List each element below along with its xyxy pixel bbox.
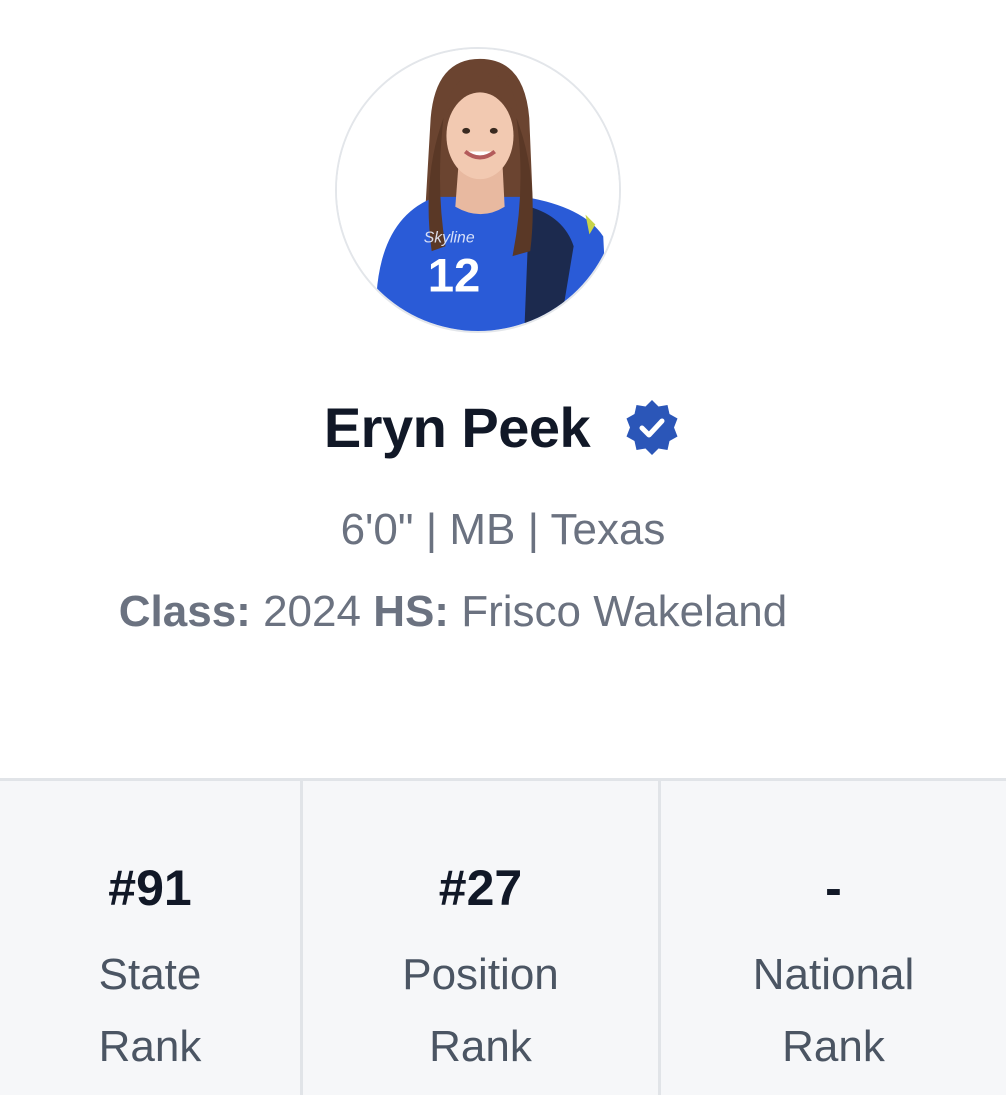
- hs-value: Frisco Wakeland: [461, 587, 788, 636]
- stat-value: #27: [438, 860, 523, 916]
- athlete-profile-card: Skyline 12 Eryn Peek 6'0" | MB | Texas C…: [0, 0, 1006, 1095]
- hs-label: HS:: [373, 587, 449, 636]
- stat-position-rank: #27 Position Rank: [300, 781, 658, 1095]
- stat-national-rank: - National Rank: [658, 781, 1006, 1095]
- jersey-number: 12: [428, 250, 481, 303]
- avatar-photo: Skyline 12: [337, 49, 619, 331]
- svg-text:Skyline: Skyline: [424, 229, 475, 246]
- class-label: Class:: [118, 587, 251, 636]
- stat-value: #91: [108, 860, 192, 916]
- athlete-name: Eryn Peek: [323, 396, 591, 459]
- class-value: 2024: [263, 587, 361, 636]
- verified-badge-icon: [622, 398, 682, 458]
- stat-label: National Rank: [752, 950, 915, 1071]
- avatar[interactable]: Skyline 12: [335, 47, 621, 333]
- height-position-state: 6'0" | MB | Texas: [340, 505, 666, 554]
- stat-value: -: [825, 860, 842, 916]
- stat-state-rank: #91 State Rank: [0, 781, 300, 1095]
- class-and-school: Class: 2024 HS: Frisco Wakeland: [0, 590, 956, 634]
- stat-label: Position Rank: [402, 950, 559, 1071]
- name-row: Eryn Peek: [0, 388, 1006, 468]
- stat-label: State Rank: [98, 950, 202, 1071]
- rankings-panel: #91 State Rank #27 Position Rank - Natio…: [0, 778, 1006, 1095]
